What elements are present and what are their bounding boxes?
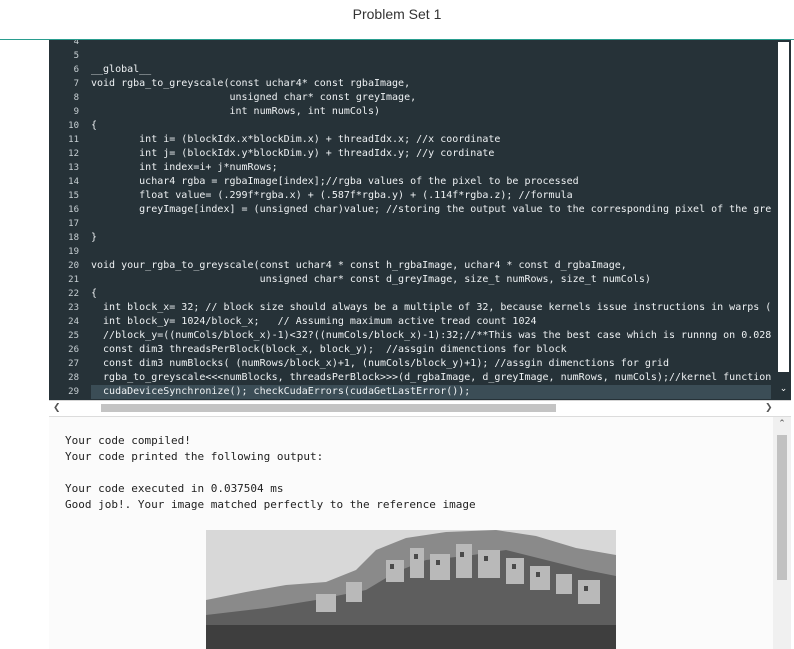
greyscale-town-picture bbox=[206, 530, 616, 649]
line-number: 10 bbox=[68, 121, 79, 131]
scroll-right-arrow-icon[interactable]: ❯ bbox=[765, 401, 773, 414]
line-number: 13 bbox=[68, 163, 79, 173]
code-line[interactable]: } bbox=[91, 231, 97, 245]
code-editor[interactable]: 4 5 6 7 8 9 10 11 12 13 14 15 16 17 18 19 20 21 22 23 24 25 26… bbox=[49, 40, 791, 414]
output-line: Good job!. Your image matched perfectly … bbox=[65, 498, 476, 511]
line-number: 22 bbox=[68, 289, 79, 299]
window-title: Problem Set 1 bbox=[352, 6, 442, 22]
code-line[interactable]: __global__ bbox=[91, 63, 151, 77]
editor-horizontal-scrollbar[interactable]: ❮ ❯ bbox=[49, 400, 791, 414]
code-line[interactable]: int j= (blockIdx.y*blockDim.y) + threadI… bbox=[91, 147, 494, 161]
line-number: 6 bbox=[73, 65, 79, 75]
code-line[interactable]: const dim3 threadsPerBlock(block_x, bloc… bbox=[91, 343, 567, 357]
code-line[interactable]: const dim3 numBlocks( (numRows/block_x)+… bbox=[91, 357, 669, 371]
line-number: 11 bbox=[68, 135, 79, 145]
title-bar: Problem Set 1 bbox=[0, 0, 794, 40]
code-line[interactable]: unsigned char* const d_greyImage, size_t… bbox=[91, 273, 651, 287]
code-line[interactable]: cudaDeviceSynchronize(); checkCudaErrors… bbox=[91, 385, 771, 399]
line-number: 27 bbox=[68, 359, 79, 369]
code-line[interactable]: int index=i+ j*numRows; bbox=[91, 161, 277, 175]
line-number: 26 bbox=[68, 345, 79, 355]
line-number: 20 bbox=[68, 261, 79, 271]
output-scroll-thumb[interactable] bbox=[777, 435, 787, 580]
line-number: 24 bbox=[68, 317, 79, 327]
code-line[interactable]: { bbox=[91, 287, 97, 301]
line-number: 14 bbox=[68, 177, 79, 187]
code-line[interactable]: int block_x= 32; // block size should al… bbox=[91, 301, 771, 315]
line-number: 29 bbox=[68, 387, 79, 397]
scroll-down-arrow-icon[interactable]: ⌄ bbox=[776, 384, 791, 394]
line-number: 16 bbox=[68, 205, 79, 215]
line-number: 7 bbox=[73, 79, 79, 89]
line-number: 4 bbox=[73, 40, 79, 47]
code-line[interactable]: //block_y=((numCols/block_x)-1)<32?((num… bbox=[91, 329, 771, 343]
line-number: 28 bbox=[68, 373, 79, 383]
output-line: Your code compiled! bbox=[65, 434, 191, 447]
code-area[interactable]: __global__ void rgba_to_greyscale(const u… bbox=[91, 40, 771, 400]
code-line[interactable]: float value= (.299f*rgba.x) + (.587f*rgb… bbox=[91, 189, 572, 203]
code-line[interactable]: unsigned char* const greyImage, bbox=[91, 91, 416, 105]
code-line[interactable]: int i= (blockIdx.x*blockDim.x) + threadI… bbox=[91, 133, 500, 147]
output-vertical-scrollbar[interactable]: ⌃ bbox=[773, 417, 791, 649]
line-number: 5 bbox=[73, 51, 79, 61]
line-number: 9 bbox=[73, 107, 79, 117]
line-number: 8 bbox=[73, 93, 79, 103]
scroll-left-arrow-icon[interactable]: ❮ bbox=[53, 401, 61, 414]
line-number-gutter: 4 5 6 7 8 9 10 11 12 13 14 15 16 17 18 19 20 21 22 23 24 25 26… bbox=[49, 40, 83, 411]
line-number: 15 bbox=[68, 191, 79, 201]
output-panel: Your code compiled! Your code printed th… bbox=[49, 416, 791, 649]
line-number: 23 bbox=[68, 303, 79, 313]
editor-vertical-scrollbar[interactable]: ⌄ bbox=[776, 40, 791, 400]
code-line[interactable]: int numRows, int numCols) bbox=[91, 105, 380, 119]
code-line[interactable]: void your_rgba_to_greyscale(const uchar4… bbox=[91, 259, 627, 273]
line-number: 25 bbox=[68, 331, 79, 341]
greyscale-result-image bbox=[206, 530, 616, 649]
code-line[interactable]: uchar4 rgba = rgbaImage[index];//rgba va… bbox=[91, 175, 579, 189]
output-line: Your code printed the following output: bbox=[65, 450, 324, 463]
code-line[interactable]: void rgba_to_greyscale(const uchar4* con… bbox=[91, 77, 410, 91]
code-line[interactable]: { bbox=[91, 119, 97, 133]
editor-horizontal-scroll-thumb[interactable] bbox=[101, 404, 556, 412]
line-number: 21 bbox=[68, 275, 79, 285]
line-number: 18 bbox=[68, 233, 79, 243]
code-line[interactable]: int block_y= 1024/block_x; // Assuming m… bbox=[91, 315, 537, 329]
editor-vertical-scroll-thumb[interactable] bbox=[778, 42, 789, 372]
line-number: 17 bbox=[68, 219, 79, 229]
code-line[interactable]: greyImage[index] = (unsigned char)value;… bbox=[91, 203, 771, 217]
line-number: 12 bbox=[68, 149, 79, 159]
code-line[interactable]: rgba_to_greyscale<<<numBlocks, threadsPe… bbox=[91, 371, 771, 385]
output-line: Your code executed in 0.037504 ms bbox=[65, 482, 284, 495]
line-number: 19 bbox=[68, 247, 79, 257]
output-scroll-up-arrow-icon[interactable]: ⌃ bbox=[773, 419, 791, 429]
